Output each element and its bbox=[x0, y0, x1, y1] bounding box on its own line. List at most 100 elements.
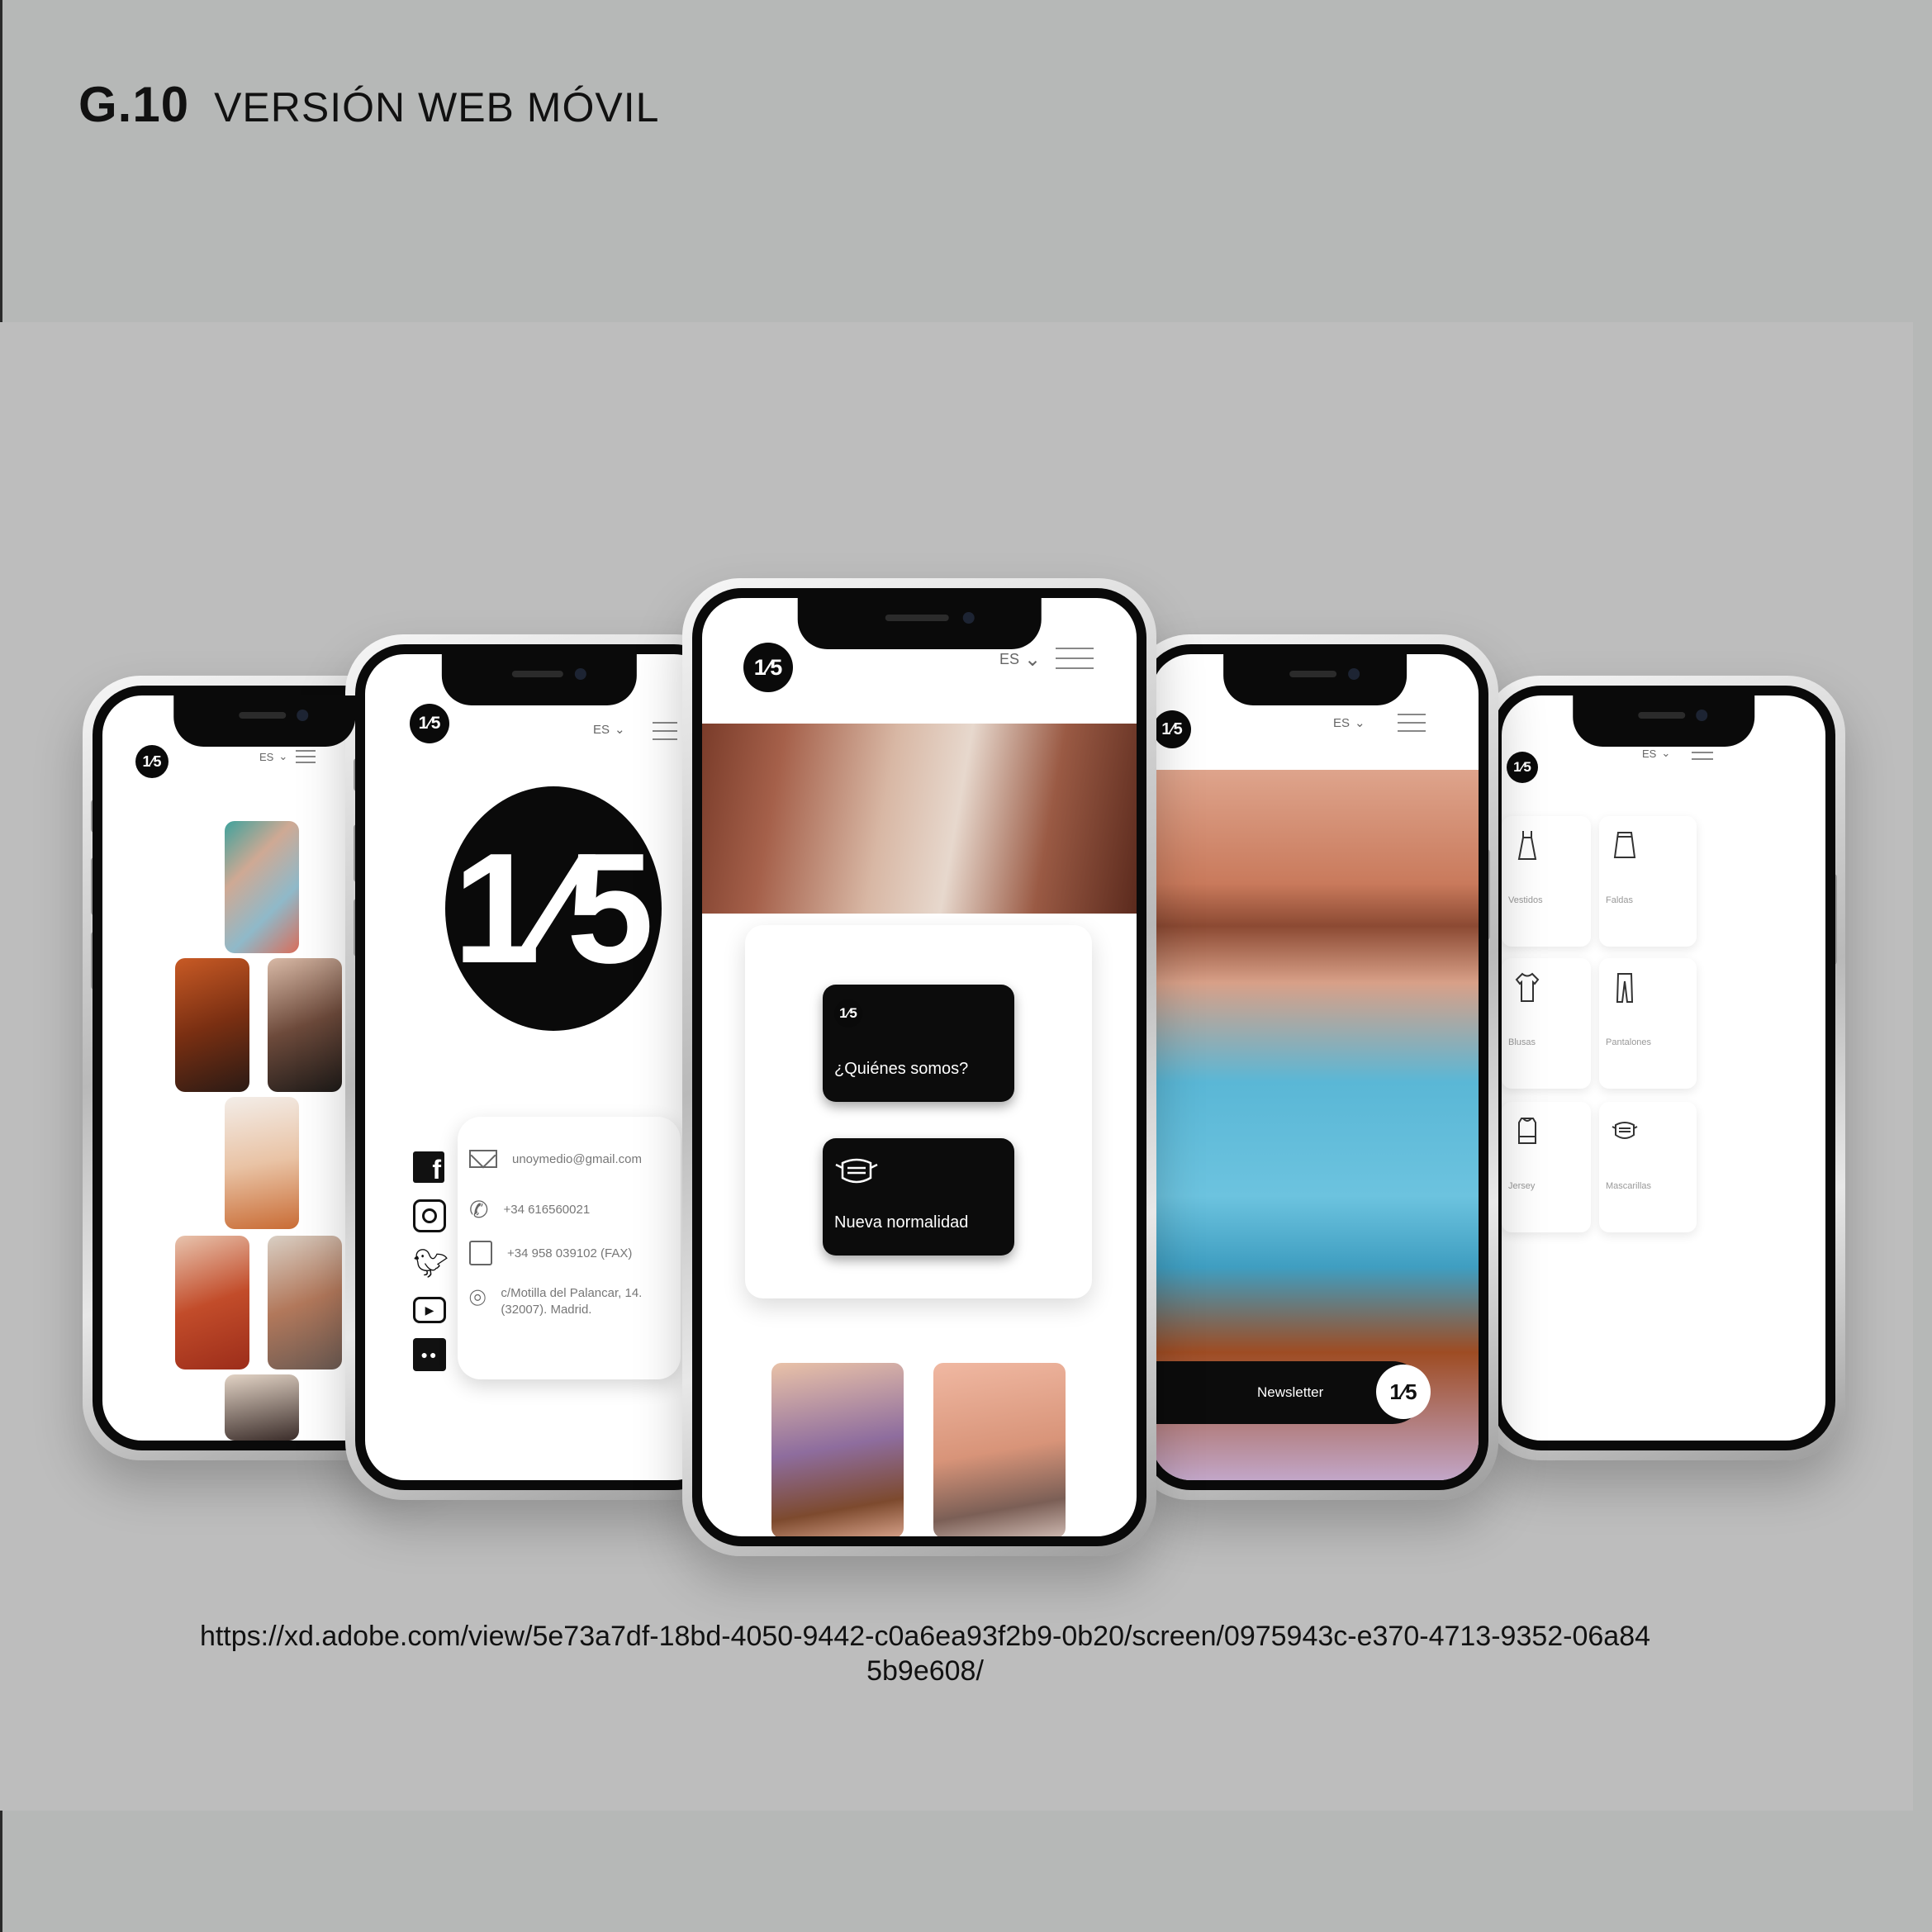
category-label: Vestidos bbox=[1508, 895, 1543, 905]
language-label: ES bbox=[1642, 747, 1657, 760]
youtube-icon[interactable]: ▶ bbox=[413, 1297, 446, 1323]
category-card-pantalones[interactable]: Pantalones bbox=[1599, 958, 1697, 1089]
category-label: Blusas bbox=[1508, 1037, 1536, 1047]
chevron-down-icon: ⌄ bbox=[1024, 648, 1042, 671]
category-label: Pantalones bbox=[1606, 1037, 1652, 1047]
categories-screen: 1⁄5 ES ⌄ Vestidos Faldas Blusas Pantalone… bbox=[1502, 695, 1825, 1441]
sweater-icon bbox=[1518, 1118, 1536, 1144]
gallery-photo[interactable] bbox=[268, 1236, 342, 1369]
menu-icon[interactable] bbox=[1056, 648, 1094, 669]
flickr-icon[interactable]: ●● bbox=[413, 1338, 446, 1371]
blouse-icon bbox=[1515, 972, 1540, 1002]
fax-icon bbox=[469, 1241, 492, 1265]
language-selector[interactable]: ES ⌄ bbox=[1642, 747, 1670, 760]
section-header: G.10 VERSIÓN WEB MÓVIL bbox=[78, 76, 659, 133]
chevron-down-icon: ⌄ bbox=[278, 750, 288, 762]
category-label: Faldas bbox=[1606, 895, 1634, 905]
mail-icon bbox=[469, 1142, 497, 1169]
logo-icon[interactable]: 1⁄5 bbox=[1153, 710, 1191, 748]
brand-logo-large: 1⁄5 bbox=[445, 786, 662, 1031]
newsletter-label: Newsletter bbox=[1257, 1384, 1324, 1400]
email-text: unoymedio@gmail.com bbox=[512, 1151, 642, 1166]
phone-notch bbox=[441, 654, 638, 705]
prototype-link[interactable]: https://xd.adobe.com/view/5e73a7df-18bd-… bbox=[198, 1619, 1652, 1688]
phone-notch bbox=[1223, 654, 1407, 705]
home-screen: 1⁄5 ES ⌄ 1⁄5 ¿Quiénes somos? Nueva normal… bbox=[702, 598, 1137, 1536]
fax-text: +34 958 039102 (FAX) bbox=[507, 1246, 633, 1260]
facebook-icon[interactable]: f bbox=[413, 1151, 444, 1184]
language-label: ES bbox=[259, 750, 274, 763]
section-title: VERSIÓN WEB MÓVIL bbox=[214, 84, 660, 131]
gallery-photo[interactable] bbox=[268, 958, 342, 1092]
dress-icon bbox=[1517, 831, 1537, 860]
gallery-photo[interactable] bbox=[225, 821, 299, 953]
hero-arcade-photo bbox=[702, 724, 1137, 914]
menu-icon[interactable] bbox=[1398, 714, 1426, 732]
contact-fax[interactable]: +34 958 039102 (FAX) bbox=[469, 1241, 632, 1265]
contact-address[interactable]: ⌾ c/Motilla del Palancar, 14. (32007). M… bbox=[469, 1283, 649, 1318]
newsletter-screen: 1⁄5 ES ⌄ Newsletter 1⁄5 bbox=[1151, 654, 1479, 1480]
logo-icon[interactable]: 1⁄5 bbox=[135, 745, 169, 778]
logo-icon: 1⁄5 bbox=[834, 999, 862, 1028]
newsletter-bar[interactable]: Newsletter 1⁄5 bbox=[1151, 1361, 1431, 1424]
newsletter-logo-icon: 1⁄5 bbox=[1376, 1365, 1431, 1419]
section-code: G.10 bbox=[78, 77, 190, 132]
language-selector[interactable]: ES ⌄ bbox=[999, 648, 1041, 672]
phone-icon: ✆ bbox=[469, 1197, 489, 1222]
language-selector[interactable]: ES ⌄ bbox=[1333, 715, 1365, 731]
menu-icon[interactable] bbox=[653, 722, 677, 740]
category-label: Mascarillas bbox=[1606, 1181, 1652, 1191]
contact-phone[interactable]: ✆ +34 616560021 bbox=[469, 1196, 590, 1223]
language-selector[interactable]: ES ⌄ bbox=[593, 722, 625, 738]
contact-panel: unoymedio@gmail.com ✆ +34 616560021 +34 … bbox=[458, 1117, 681, 1379]
left-edge-line-bottom bbox=[0, 1811, 2, 1932]
chevron-down-icon: ⌄ bbox=[1661, 747, 1671, 759]
about-us-label: ¿Quiénes somos? bbox=[834, 1060, 969, 1078]
contact-email[interactable]: unoymedio@gmail.com bbox=[469, 1142, 642, 1169]
phone-home: 1⁄5 ES ⌄ 1⁄5 ¿Quiénes somos? Nueva normal… bbox=[682, 578, 1156, 1556]
category-card-faldas[interactable]: Faldas bbox=[1599, 816, 1697, 947]
contact-screen: 1⁄5 ES ⌄ 1⁄5 f 🐦︎ ▶ ●● unoymedio@gmail.co… bbox=[365, 654, 714, 1480]
phone-notch bbox=[173, 695, 355, 747]
new-normal-card[interactable]: Nueva normalidad bbox=[823, 1138, 1014, 1256]
category-card-jersey[interactable]: Jersey bbox=[1502, 1102, 1591, 1232]
language-selector[interactable]: ES ⌄ bbox=[259, 750, 287, 763]
category-label: Jersey bbox=[1508, 1181, 1536, 1191]
featured-photo[interactable] bbox=[771, 1363, 904, 1536]
face-mask-icon bbox=[835, 1158, 878, 1184]
face-mask-icon bbox=[1612, 1122, 1638, 1139]
gallery-photo[interactable] bbox=[175, 958, 249, 1092]
address-text: c/Motilla del Palancar, 14. (32007). Mad… bbox=[501, 1286, 643, 1317]
new-normal-label: Nueva normalidad bbox=[834, 1213, 969, 1232]
menu-icon[interactable] bbox=[1692, 745, 1713, 760]
language-label: ES bbox=[1333, 715, 1351, 730]
phone-notch bbox=[1573, 695, 1754, 747]
logo-icon[interactable]: 1⁄5 bbox=[1507, 752, 1538, 783]
gallery-photo[interactable] bbox=[175, 1236, 249, 1369]
phone-text: +34 616560021 bbox=[503, 1203, 591, 1217]
gallery-photo[interactable] bbox=[225, 1374, 299, 1441]
phone-newsletter: 1⁄5 ES ⌄ Newsletter 1⁄5 bbox=[1132, 634, 1498, 1500]
phone-contact: 1⁄5 ES ⌄ 1⁄5 f 🐦︎ ▶ ●● unoymedio@gmail.co… bbox=[345, 634, 733, 1500]
chevron-down-icon: ⌄ bbox=[615, 723, 625, 737]
logo-icon[interactable]: 1⁄5 bbox=[410, 704, 449, 743]
phone-notch bbox=[797, 598, 1042, 649]
category-card-mascarillas[interactable]: Mascarillas bbox=[1599, 1102, 1697, 1232]
language-label: ES bbox=[999, 651, 1020, 667]
trousers-icon bbox=[1616, 973, 1634, 1003]
phone-categories: 1⁄5 ES ⌄ Vestidos Faldas Blusas Pantalone… bbox=[1482, 676, 1845, 1460]
language-label: ES bbox=[593, 722, 610, 737]
twitter-icon[interactable]: 🐦︎ bbox=[413, 1247, 449, 1280]
logo-icon[interactable]: 1⁄5 bbox=[743, 643, 793, 692]
skirt-icon bbox=[1613, 832, 1636, 858]
location-pin-icon: ⌾ bbox=[469, 1283, 487, 1314]
menu-icon[interactable] bbox=[296, 750, 316, 763]
chevron-down-icon: ⌄ bbox=[1355, 716, 1365, 730]
left-edge-line-top bbox=[0, 0, 2, 322]
featured-photo[interactable] bbox=[933, 1363, 1066, 1536]
category-card-blusas[interactable]: Blusas bbox=[1502, 958, 1591, 1089]
about-us-card[interactable]: 1⁄5 ¿Quiénes somos? bbox=[823, 985, 1014, 1102]
gallery-photo[interactable] bbox=[225, 1097, 299, 1229]
category-card-vestidos[interactable]: Vestidos bbox=[1502, 816, 1591, 947]
instagram-icon[interactable] bbox=[413, 1199, 446, 1232]
